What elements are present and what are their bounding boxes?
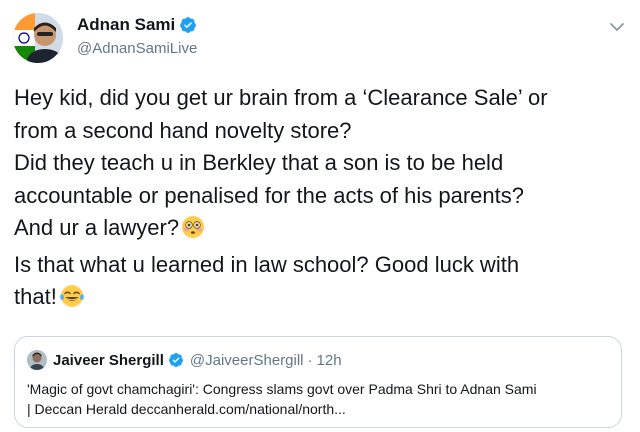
quoted-author-name: Jaiveer Shergill <box>53 351 164 369</box>
tweet-card: Adnan Sami @AdnanSamiLive Hey kid, did y… <box>0 0 640 432</box>
quoted-text-line: | Deccan Herald deccanherald.com/nationa… <box>27 401 346 417</box>
flushed-face-emoji <box>181 215 205 249</box>
tweet-text-line: Hey kid, did you get ur brain from a ‘Cl… <box>14 85 548 110</box>
tweet-text-line: from a second hand novelty store? <box>14 117 352 143</box>
quoted-separator: · <box>307 351 313 369</box>
tweet-text-line: accountable or penalised for the acts of… <box>14 182 524 208</box>
author-avatar[interactable] <box>13 13 63 63</box>
chevron-down-icon[interactable] <box>608 18 626 36</box>
tweet-text-line: Is that what u learned in law school? Go… <box>14 251 520 277</box>
tweet-text: Hey kid, did you get ur brain from a ‘Cl… <box>14 82 624 318</box>
quoted-tweet-text: 'Magic of govt chamchagiri': Congress sl… <box>27 379 617 419</box>
tweet-text-line: Did they teach u in Berkley that a son i… <box>14 150 504 175</box>
tweet-text-line-with-emoji: And ur a lawyer? <box>14 212 624 249</box>
tweet-text-line-with-emoji: that! <box>14 281 624 318</box>
quoted-author-avatar <box>27 350 47 370</box>
quoted-author-handle: @JaiveerShergill <box>189 351 304 369</box>
verified-badge-icon <box>168 352 184 368</box>
tweet-text-segment: And ur a lawyer? <box>14 215 180 240</box>
quoted-timestamp: 12h <box>316 351 342 369</box>
tweet-author: Adnan Sami @AdnanSamiLive <box>77 14 197 57</box>
quoted-tweet-header: Jaiveer Shergill @JaiveerShergill · 12h <box>27 349 342 371</box>
author-name[interactable]: Adnan Sami <box>77 15 175 35</box>
quoted-tweet-card[interactable]: Jaiveer Shergill @JaiveerShergill · 12h … <box>14 336 622 428</box>
author-name-row: Adnan Sami <box>77 14 197 36</box>
author-handle[interactable]: @AdnanSamiLive <box>77 40 197 57</box>
tweet-text-segment: that! <box>14 284 57 309</box>
quoted-text-line: 'Magic of govt chamchagiri': Congress sl… <box>27 381 537 397</box>
verified-badge-icon <box>179 16 197 34</box>
tears-of-joy-emoji <box>59 284 85 318</box>
